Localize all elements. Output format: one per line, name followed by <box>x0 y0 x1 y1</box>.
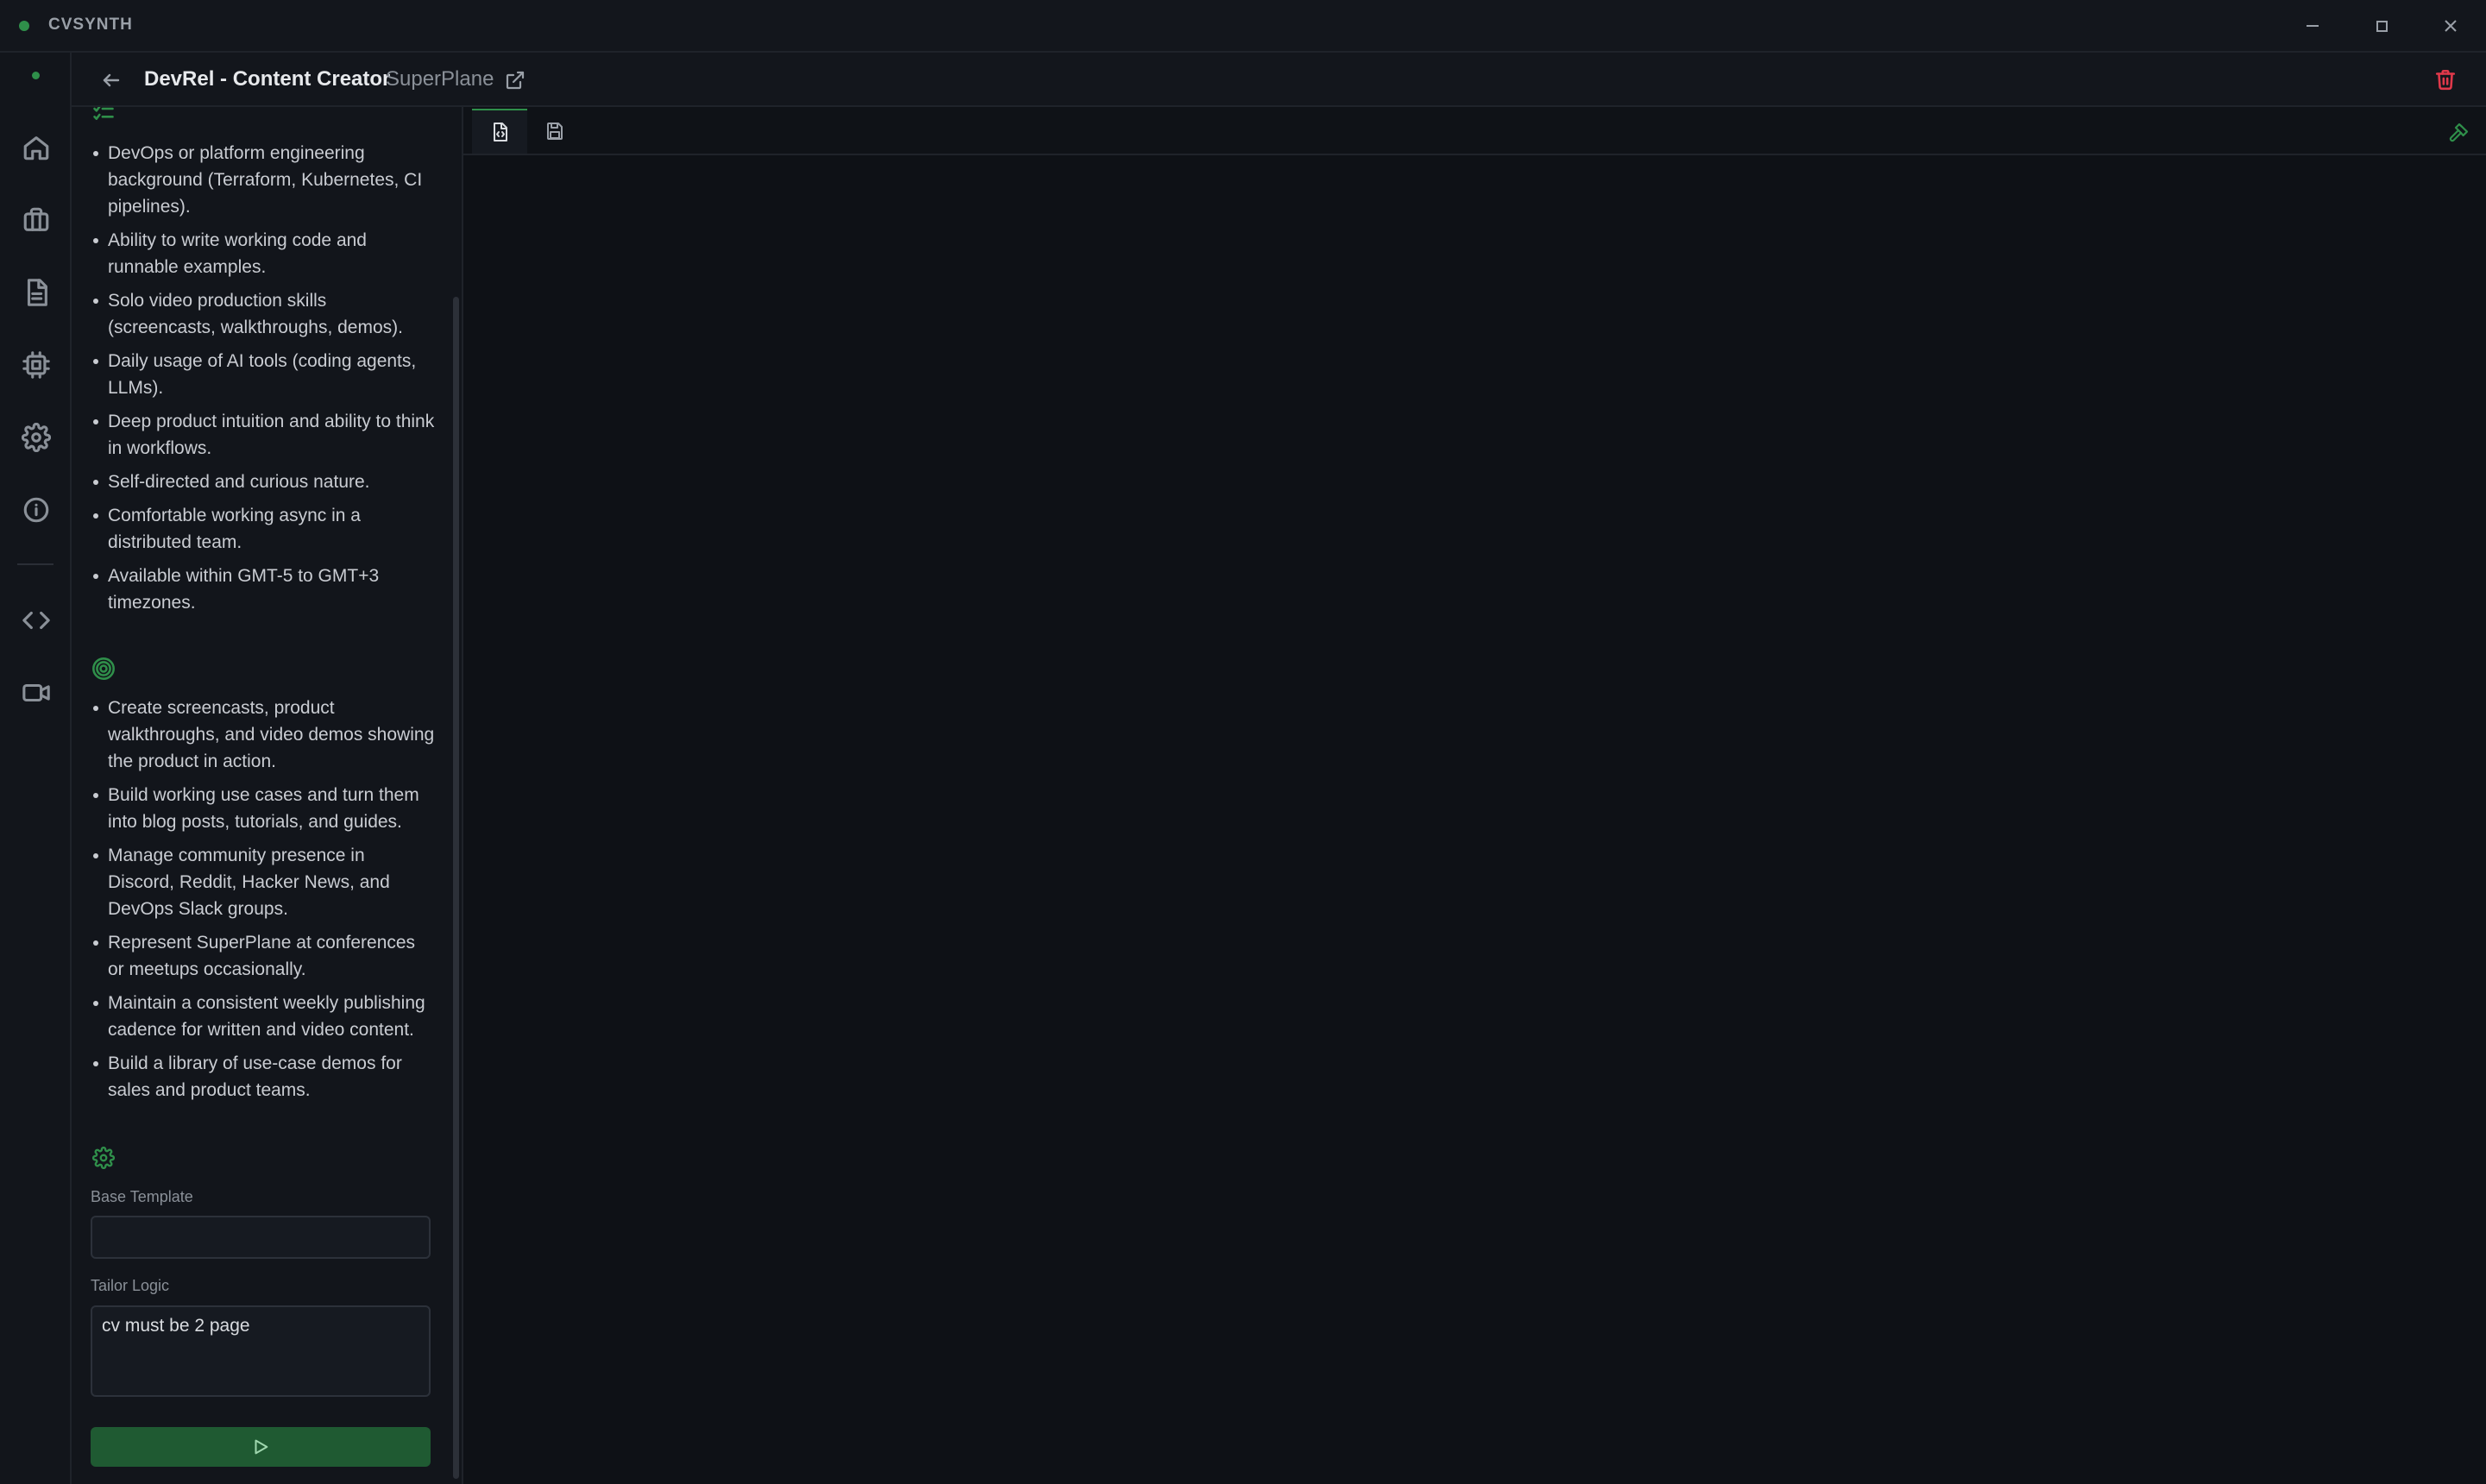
nav-settings[interactable] <box>18 419 54 456</box>
play-icon <box>255 1439 268 1455</box>
arrow-left-icon <box>103 73 120 87</box>
code-icon <box>22 611 50 630</box>
gear-icon <box>22 423 51 452</box>
list-item: Comfortable working async in a distribut… <box>91 502 436 556</box>
back-button[interactable] <box>94 63 129 97</box>
list-item: Solo video production skills (screencast… <box>91 287 436 341</box>
close-icon <box>2445 20 2457 32</box>
cpu-icon <box>22 351 50 379</box>
hammer-icon <box>2449 123 2469 142</box>
file-code-icon <box>494 123 507 141</box>
delete-job-button[interactable] <box>2428 62 2463 97</box>
nav-rail <box>0 53 72 1484</box>
run-tailor-button[interactable] <box>91 1427 431 1467</box>
tab-generated-cv[interactable] <box>472 109 527 154</box>
home-icon <box>23 136 49 160</box>
nav-recording[interactable] <box>18 675 54 711</box>
save-icon <box>547 123 563 140</box>
document-icon <box>27 279 47 306</box>
tailor-logic-label: Tailor Logic <box>91 1277 170 1294</box>
tab-saved[interactable] <box>527 109 582 154</box>
list-item: Build a library of use-case demos for sa… <box>91 1050 436 1104</box>
document-preview-area <box>463 107 2486 1484</box>
window-titlebar: CVSYNTH <box>0 0 2486 53</box>
base-template-label: Base Template <box>91 1188 193 1205</box>
maximize-icon <box>2376 21 2388 32</box>
trash-icon <box>2435 69 2456 91</box>
base-template-input[interactable] <box>91 1216 431 1259</box>
nav-developer[interactable] <box>18 602 54 638</box>
gear-icon <box>91 1145 116 1171</box>
app-title: CVSYNTH <box>48 16 133 34</box>
panel-scrollbar-thumb[interactable] <box>453 297 459 1479</box>
tools-button[interactable] <box>2441 116 2476 150</box>
list-item: DevOps or platform engineering backgroun… <box>91 140 436 220</box>
list-item: Deep product intuition and ability to th… <box>91 408 436 462</box>
open-job-link-button[interactable] <box>498 63 532 97</box>
job-details-panel[interactable]: DevOps or platform engineering backgroun… <box>72 107 463 1484</box>
nav-documents[interactable] <box>18 274 54 311</box>
nav-home[interactable] <box>18 129 54 166</box>
minimize-icon <box>2307 25 2319 27</box>
briefcase-icon <box>23 207 49 231</box>
job-header: DevRel - Content Creator SuperPlane <box>72 53 2486 107</box>
company-name: SuperPlane <box>386 67 494 91</box>
connection-status-dot <box>32 72 40 79</box>
responsibilities-list: Create screencasts, product walkthroughs… <box>91 695 436 1110</box>
rail-divider <box>17 563 53 565</box>
nav-models[interactable] <box>18 347 54 383</box>
maximize-button[interactable] <box>2356 9 2407 43</box>
requirements-list: DevOps or platform engineering backgroun… <box>91 140 436 623</box>
job-title: DevRel - Content Creator <box>144 67 391 91</box>
external-link-icon <box>506 71 525 90</box>
target-icon <box>91 656 116 682</box>
list-item: Self-directed and curious nature. <box>91 468 436 495</box>
list-item: Daily usage of AI tools (coding agents, … <box>91 348 436 401</box>
video-camera-icon <box>22 683 50 702</box>
minimize-button[interactable] <box>2287 9 2338 43</box>
app-status-dot <box>19 21 29 31</box>
list-item: Available within GMT-5 to GMT+3 timezone… <box>91 563 436 616</box>
close-button[interactable] <box>2425 9 2477 43</box>
list-item: Create screencasts, product walkthroughs… <box>91 695 436 775</box>
list-item: Represent SuperPlane at conferences or m… <box>91 929 436 983</box>
list-item: Build working use cases and turn them in… <box>91 782 436 835</box>
nav-info[interactable] <box>18 492 54 528</box>
nav-jobs[interactable] <box>18 202 54 238</box>
tailor-logic-textarea[interactable]: cv must be 2 page <box>91 1305 431 1397</box>
preview-tabbar <box>463 107 2486 155</box>
checklist-icon <box>91 107 116 128</box>
list-item: Manage community presence in Discord, Re… <box>91 842 436 922</box>
list-item: Ability to write working code and runnab… <box>91 227 436 280</box>
info-icon <box>23 497 49 523</box>
list-item: Maintain a consistent weekly publishing … <box>91 990 436 1043</box>
